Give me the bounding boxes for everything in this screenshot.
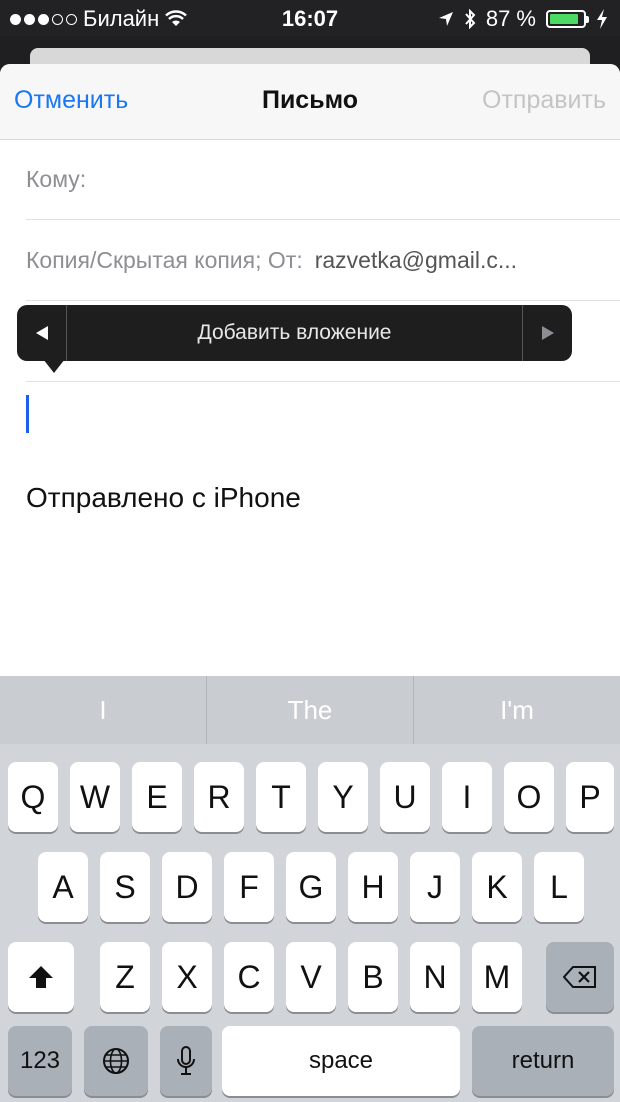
cc-from-label: Копия/Скрытая копия; От: bbox=[26, 247, 303, 273]
space-key[interactable]: space bbox=[222, 1026, 460, 1096]
key-r[interactable]: R bbox=[194, 762, 244, 832]
from-value: razvetka@gmail.c... bbox=[314, 247, 518, 273]
key-j[interactable]: J bbox=[410, 852, 460, 922]
to-field[interactable]: Кому: bbox=[26, 140, 620, 220]
email-signature[interactable]: Отправлено с iPhone bbox=[26, 482, 301, 514]
key-f[interactable]: F bbox=[224, 852, 274, 922]
popover-arrow bbox=[43, 359, 65, 373]
shift-arrow-icon bbox=[29, 966, 53, 988]
menu-prev-button[interactable] bbox=[17, 305, 67, 361]
key-t[interactable]: T bbox=[256, 762, 306, 832]
triangle-left-icon bbox=[35, 326, 48, 340]
nav-bar: Отменить Письмо Отправить bbox=[0, 64, 620, 140]
cc-from-field[interactable]: Копия/Скрытая копия; От: razvetka@gmail.… bbox=[26, 221, 620, 301]
key-g[interactable]: G bbox=[286, 852, 336, 922]
backspace-icon bbox=[563, 966, 596, 988]
key-y[interactable]: Y bbox=[318, 762, 368, 832]
suggestion-bar: I The I'm bbox=[0, 676, 620, 744]
key-c[interactable]: C bbox=[224, 942, 274, 1012]
globe-key[interactable] bbox=[84, 1026, 148, 1096]
status-right: 87 % bbox=[438, 6, 608, 32]
key-m[interactable]: M bbox=[472, 942, 522, 1012]
text-cursor bbox=[26, 395, 29, 433]
charging-bolt-icon bbox=[597, 9, 607, 29]
bluetooth-icon bbox=[465, 9, 476, 29]
menu-next-button[interactable] bbox=[522, 305, 572, 361]
suggestion-1[interactable]: I bbox=[0, 676, 207, 744]
key-s[interactable]: S bbox=[100, 852, 150, 922]
suggestion-3[interactable]: I'm bbox=[414, 676, 620, 744]
key-a[interactable]: A bbox=[38, 852, 88, 922]
compose-sheet: Отменить Письмо Отправить Кому: Копия/Ск… bbox=[0, 64, 620, 676]
key-p[interactable]: P bbox=[566, 762, 614, 832]
key-d[interactable]: D bbox=[162, 852, 212, 922]
globe-icon bbox=[103, 1048, 129, 1074]
send-button[interactable]: Отправить bbox=[482, 86, 606, 115]
add-attachment-menu-item[interactable]: Добавить вложение bbox=[67, 305, 522, 361]
key-v[interactable]: V bbox=[286, 942, 336, 1012]
suggestion-2[interactable]: The bbox=[207, 676, 414, 744]
microphone-icon bbox=[177, 1046, 195, 1075]
key-w[interactable]: W bbox=[70, 762, 120, 832]
key-x[interactable]: X bbox=[162, 942, 212, 1012]
key-z[interactable]: Z bbox=[100, 942, 150, 1012]
cancel-button[interactable]: Отменить bbox=[14, 86, 128, 115]
key-q[interactable]: Q bbox=[8, 762, 58, 832]
dictation-key[interactable] bbox=[160, 1026, 212, 1096]
return-key[interactable]: return bbox=[472, 1026, 614, 1096]
numbers-key[interactable]: 123 bbox=[8, 1026, 72, 1096]
key-o[interactable]: O bbox=[504, 762, 554, 832]
location-arrow-icon bbox=[438, 12, 453, 26]
key-u[interactable]: U bbox=[380, 762, 430, 832]
shift-key[interactable] bbox=[8, 942, 74, 1012]
key-i[interactable]: I bbox=[442, 762, 492, 832]
triangle-right-icon bbox=[541, 326, 554, 340]
status-bar: Билайн 16:07 87 % bbox=[0, 0, 620, 36]
key-k[interactable]: K bbox=[472, 852, 522, 922]
key-b[interactable]: B bbox=[348, 942, 398, 1012]
key-e[interactable]: E bbox=[132, 762, 182, 832]
backspace-key[interactable] bbox=[546, 942, 614, 1012]
key-h[interactable]: H bbox=[348, 852, 398, 922]
battery-percent: 87 % bbox=[485, 6, 536, 31]
key-l[interactable]: L bbox=[534, 852, 584, 922]
edit-menu-popover: Добавить вложение bbox=[17, 305, 572, 373]
key-n[interactable]: N bbox=[410, 942, 460, 1012]
keyboard: I The I'm Q W E R T Y U I O P A S D F G … bbox=[0, 676, 620, 1102]
battery-icon bbox=[546, 10, 589, 28]
to-label: Кому: bbox=[26, 166, 87, 192]
